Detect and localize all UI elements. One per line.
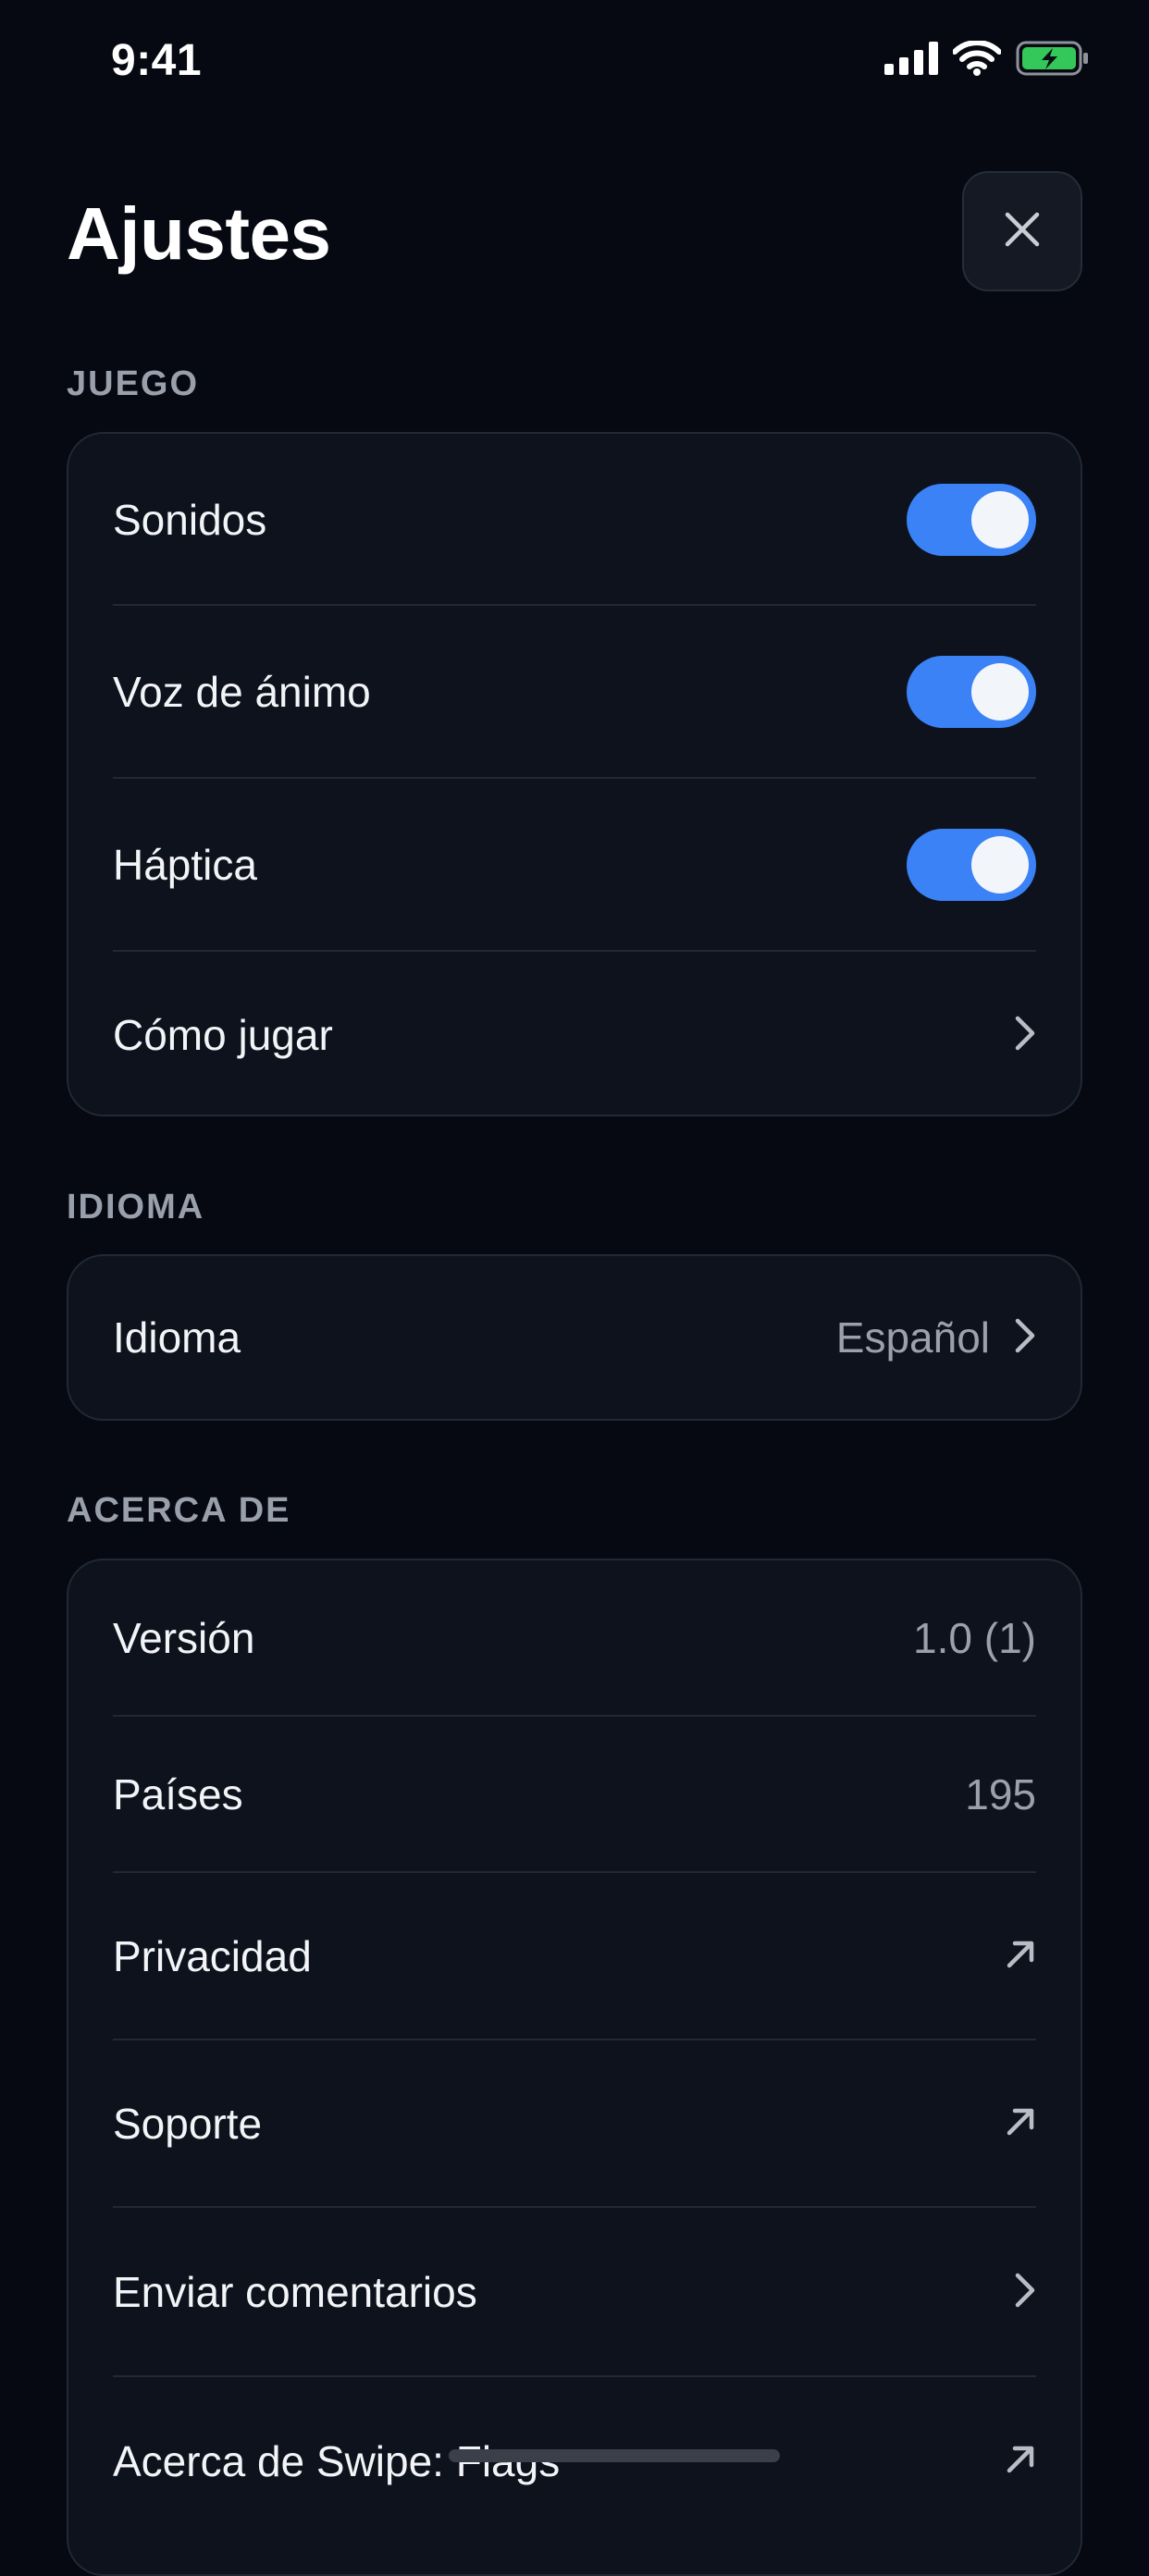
chevron-right-icon [1014, 1317, 1036, 1359]
close-button[interactable] [962, 171, 1082, 291]
page-title: Ajustes [67, 192, 331, 275]
toggle-knob [971, 491, 1029, 548]
voice-row[interactable]: Voz de ánimo [113, 606, 1036, 778]
countries-row: Países 195 [113, 1717, 1036, 1872]
language-label: Idioma [113, 1313, 241, 1362]
support-row[interactable]: Soporte [113, 2040, 1036, 2207]
signal-icon [884, 42, 938, 80]
countries-label: Países [113, 1770, 243, 1818]
external-link-icon [1005, 2106, 1036, 2142]
how-to-play-label: Cómo jugar [113, 1011, 333, 1059]
feedback-row[interactable]: Enviar comentarios [113, 2208, 1036, 2376]
haptics-toggle[interactable] [907, 829, 1036, 901]
sounds-row[interactable]: Sonidos [113, 434, 1036, 606]
chevron-right-icon [1014, 1015, 1036, 1056]
section-header-language: IDIOMA [67, 1188, 205, 1226]
language-row[interactable]: Idioma Español [113, 1256, 1036, 1419]
home-indicator [449, 2449, 780, 2462]
close-icon [1004, 211, 1041, 253]
toggle-knob [971, 663, 1029, 721]
countries-value: 195 [965, 1770, 1036, 1818]
status-bar: 9:41 [0, 0, 1149, 120]
toggle-knob [971, 836, 1029, 894]
wifi-icon [952, 40, 1002, 80]
sounds-toggle[interactable] [907, 484, 1036, 556]
haptics-label: Háptica [113, 841, 257, 889]
section-header-game: JUEGO [67, 364, 200, 403]
external-link-icon [1005, 2444, 1036, 2480]
section-header-about: ACERCA DE [67, 1491, 291, 1530]
version-row: Versión 1.0 (1) [113, 1560, 1036, 1716]
game-settings-card: Sonidos Voz de ánimo Háptica Cómo jugar [67, 432, 1082, 1116]
privacy-row[interactable]: Privacidad [113, 1873, 1036, 2040]
battery-charging-icon [1016, 41, 1090, 80]
feedback-label: Enviar comentarios [113, 2268, 477, 2316]
support-label: Soporte [113, 2100, 263, 2148]
external-link-icon [1005, 1939, 1036, 1975]
status-icons [884, 40, 1090, 80]
language-value-group: Español [836, 1313, 1036, 1362]
voice-toggle[interactable] [907, 656, 1036, 728]
haptics-row[interactable]: Háptica [113, 779, 1036, 951]
about-card: Versión 1.0 (1) Países 195 Privacidad So… [67, 1559, 1082, 2576]
sounds-label: Sonidos [113, 496, 267, 544]
language-value: Español [835, 1313, 990, 1362]
language-card: Idioma Español [67, 1254, 1082, 1421]
privacy-label: Privacidad [113, 1932, 312, 1980]
chevron-right-icon [1014, 2272, 1036, 2313]
how-to-play-row[interactable]: Cómo jugar [113, 952, 1036, 1118]
header: Ajustes [67, 171, 1082, 293]
voice-label: Voz de ánimo [113, 668, 371, 716]
version-value: 1.0 (1) [913, 1614, 1036, 1662]
version-label: Versión [113, 1614, 255, 1662]
status-time: 9:41 [111, 36, 203, 85]
